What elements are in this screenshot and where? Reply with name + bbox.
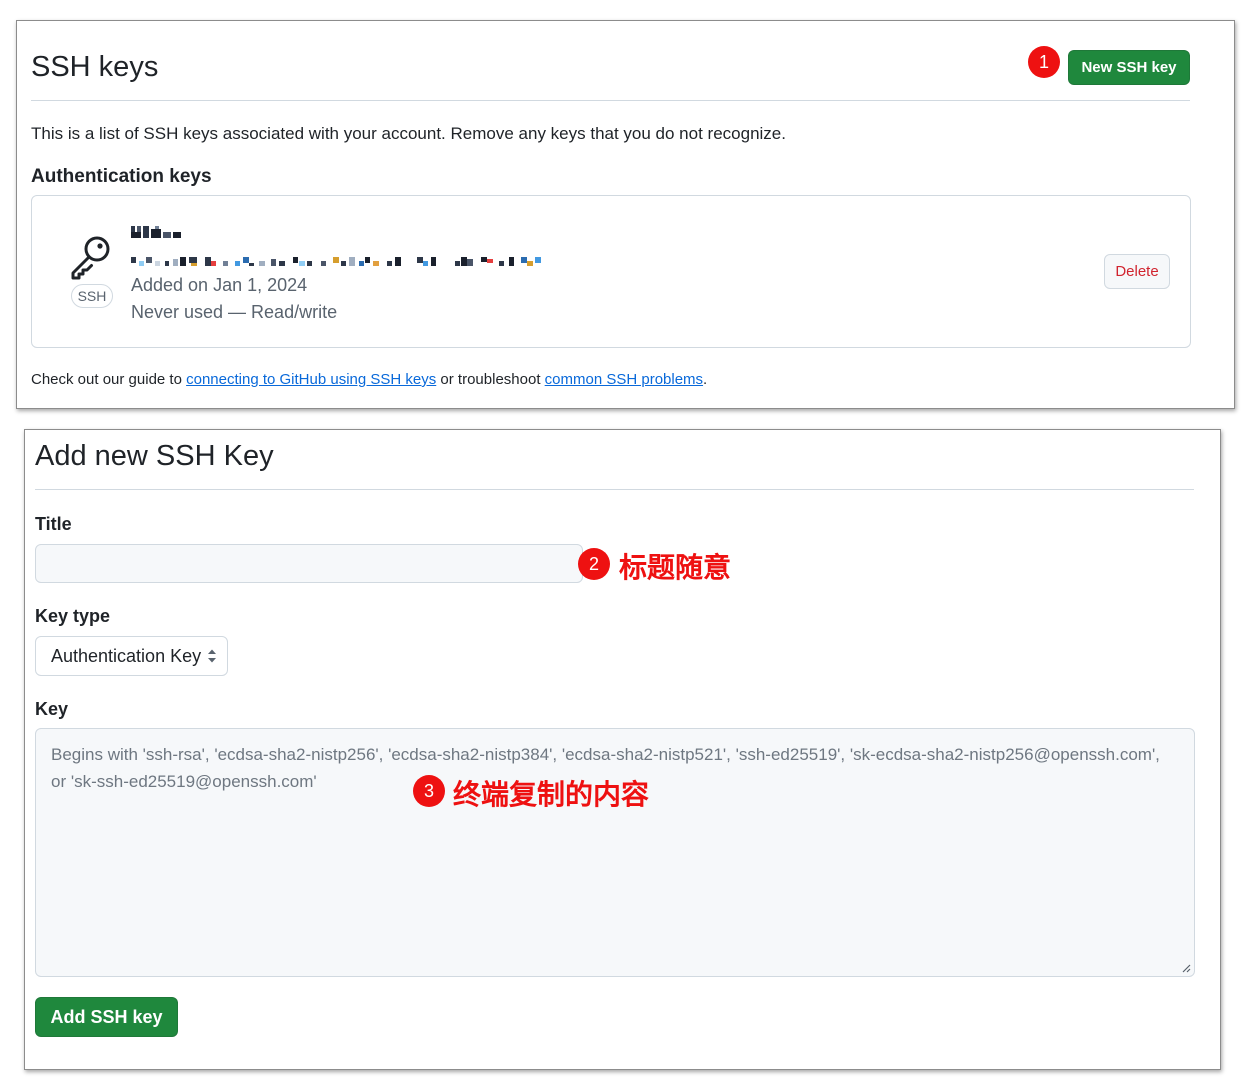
key-added-date: Added on Jan 1, 2024 <box>131 275 308 295</box>
authentication-keys-heading: Authentication keys <box>31 166 212 187</box>
guide-prefix: Check out our guide to <box>31 371 187 388</box>
key-type-selected-value: Authentication Key <box>51 645 202 666</box>
step-marker-1: 1 <box>1028 46 1060 78</box>
key-textarea[interactable]: Begins with 'ssh-rsa', 'ecdsa-sha2-nistp… <box>35 728 1195 977</box>
key-icon <box>71 236 110 280</box>
resize-handle-icon[interactable] <box>1181 963 1191 973</box>
delete-key-button[interactable]: Delete <box>1104 254 1170 289</box>
redacted-key-title <box>131 226 181 238</box>
page-title: SSH keys <box>31 51 159 83</box>
intro-text: This is a list of SSH keys associated wi… <box>31 124 786 143</box>
key-type-select[interactable]: Authentication Key <box>35 636 228 676</box>
title-annotation: 标题随意 <box>619 551 732 584</box>
guide-suffix: . <box>703 371 708 388</box>
ssh-badge: SSH <box>71 284 113 308</box>
guide-text: Check out our guide to connecting to Git… <box>31 371 707 388</box>
redacted-key-fingerprint <box>131 257 541 266</box>
key-field-label: Key <box>35 699 69 719</box>
add-ssh-key-panel: Add new SSH Key Title 2 标题随意 Key type Au… <box>24 429 1221 1070</box>
step-marker-3: 3 <box>413 775 445 807</box>
ssh-keys-header: SSH keys New SSH key <box>31 21 1190 101</box>
ssh-key-list-item: SSH Added on Jan 1, 2024 Never used — Re… <box>31 195 1191 348</box>
add-key-header: Add new SSH Key <box>35 430 1194 490</box>
title-input[interactable] <box>35 544 583 583</box>
key-annotation: 终端复制的内容 <box>453 778 650 811</box>
title-field-label: Title <box>35 514 72 534</box>
key-usage-status: Never used — Read/write <box>131 302 338 322</box>
ssh-keys-panel: SSH keys New SSH key 1 This is a list of… <box>16 20 1235 409</box>
connecting-guide-link[interactable]: connecting to GitHub using SSH keys <box>186 371 436 388</box>
new-ssh-key-button[interactable]: New SSH key <box>1068 50 1190 85</box>
guide-middle: or troubleshoot <box>436 371 545 388</box>
ssh-problems-link[interactable]: common SSH problems <box>545 371 703 388</box>
step-marker-2: 2 <box>578 548 610 580</box>
add-ssh-key-button[interactable]: Add SSH key <box>35 997 178 1037</box>
chevron-updown-icon <box>208 649 216 663</box>
add-key-title: Add new SSH Key <box>35 440 274 472</box>
key-type-label: Key type <box>35 606 111 626</box>
